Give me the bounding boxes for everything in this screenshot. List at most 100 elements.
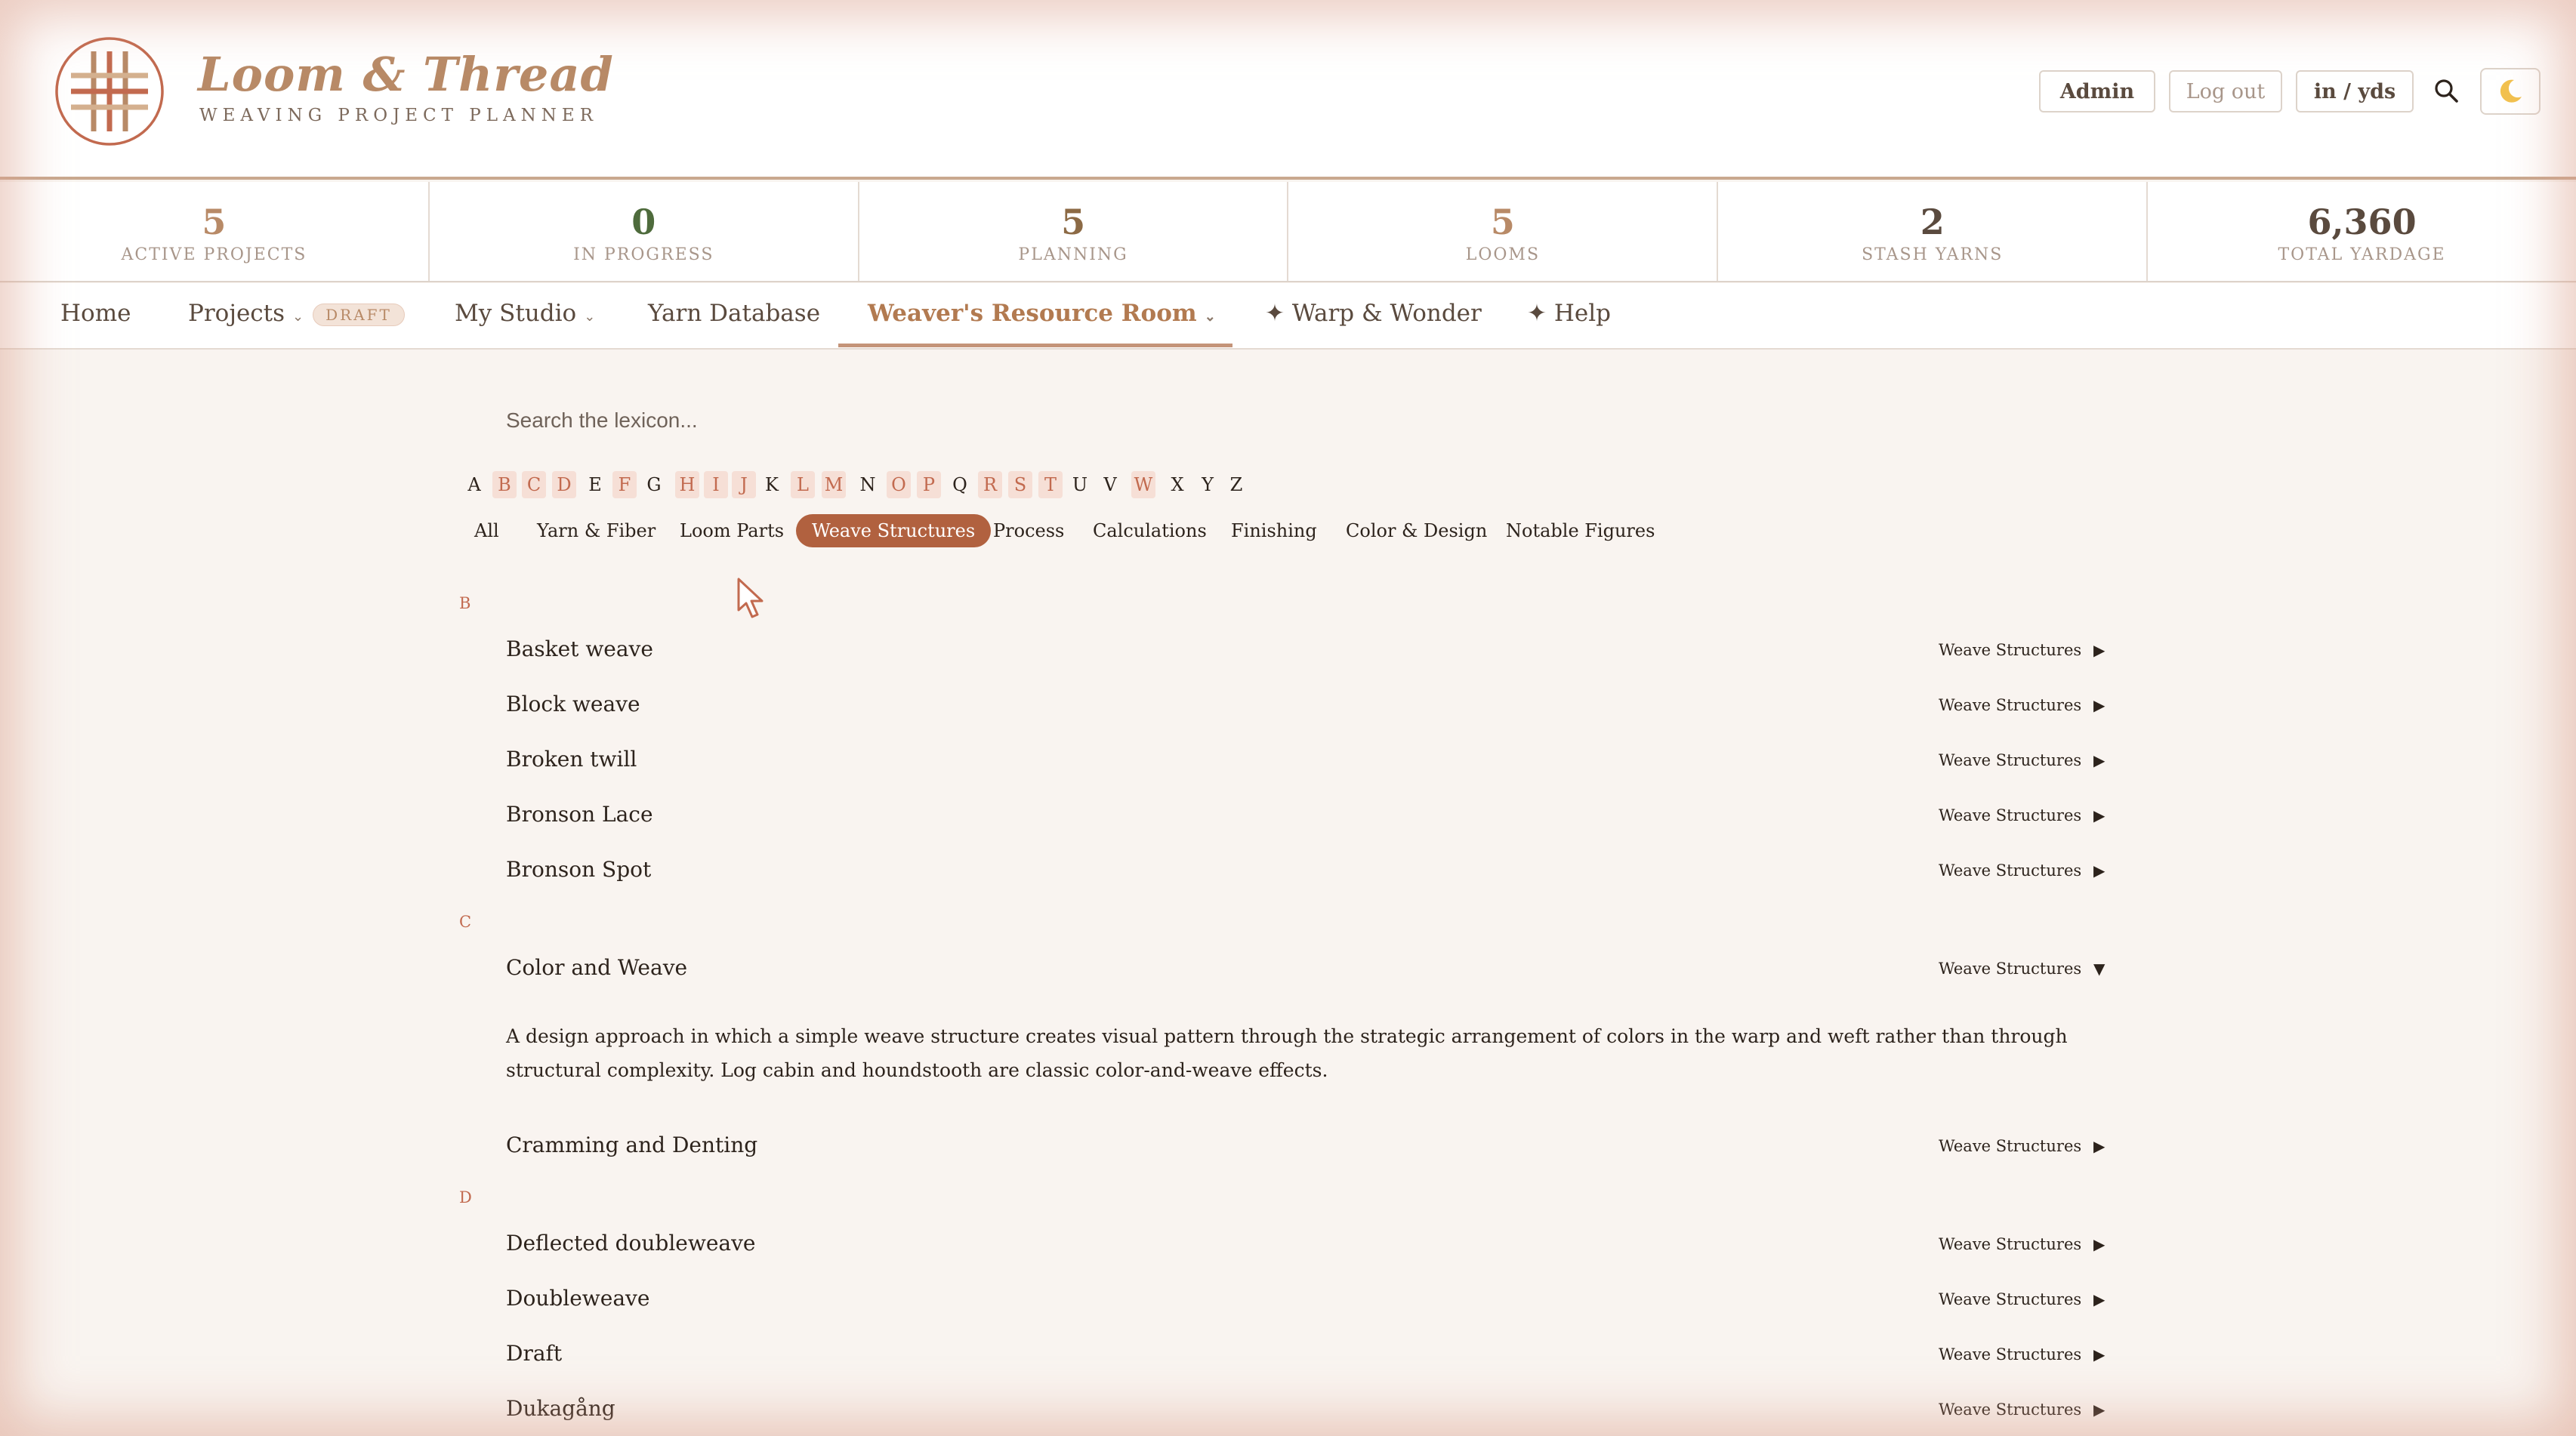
stat-label: STASH YARNS	[1862, 245, 2004, 264]
filter-all[interactable]: All	[474, 520, 499, 541]
letter-t[interactable]: T	[1038, 471, 1063, 498]
letter-y[interactable]: Y	[1195, 471, 1220, 498]
term-category: Weave Structures	[1939, 751, 2082, 769]
letter-q[interactable]: Q	[948, 471, 972, 498]
stat-label: IN PROGRESS	[573, 245, 714, 264]
letter-l[interactable]: L	[791, 471, 815, 498]
mouse-cursor-icon	[737, 578, 764, 618]
filter-weave-structures[interactable]: Weave Structures	[796, 514, 992, 547]
expand-arrow-icon[interactable]: ▶	[2093, 1235, 2105, 1253]
term-title: Bronson Lace	[506, 802, 653, 827]
expand-arrow-icon[interactable]: ▶	[2093, 1137, 2105, 1155]
dark-mode-toggle[interactable]	[2480, 68, 2541, 115]
expand-arrow-icon[interactable]: ▶	[2093, 806, 2105, 824]
chevron-down-icon: ⌄	[584, 309, 596, 325]
nav-warp-wonder[interactable]: ✦ Warp & Wonder	[1265, 300, 1482, 327]
expand-arrow-icon[interactable]: ▶	[2093, 1290, 2105, 1308]
term-category: Weave Structures	[1939, 641, 2082, 659]
letter-u[interactable]: U	[1068, 471, 1092, 498]
term-category: Weave Structures	[1939, 1137, 2082, 1155]
letter-e[interactable]: E	[583, 471, 607, 498]
nav-home[interactable]: Home	[60, 300, 131, 327]
letter-o[interactable]: O	[887, 471, 911, 498]
nav-my-studio-label: My Studio	[455, 300, 577, 327]
nav-projects-label: Projects	[188, 300, 285, 327]
term-category: Weave Structures	[1939, 806, 2082, 824]
collapse-arrow-icon[interactable]: ▼	[2093, 960, 2105, 978]
chevron-down-icon: ⌄	[292, 309, 304, 325]
letter-c[interactable]: C	[522, 471, 546, 498]
loom-logo-icon[interactable]	[51, 33, 168, 149]
stat-stash-yarns: 2 STASH YARNS	[1718, 182, 2149, 281]
filter-notable-figures[interactable]: Notable Figures	[1506, 520, 1655, 541]
lexicon-search-input[interactable]	[506, 400, 959, 441]
letter-b[interactable]: B	[492, 471, 517, 498]
stat-value: 5	[1061, 202, 1086, 242]
letter-i[interactable]: I	[704, 471, 728, 498]
brand-subtitle: WEAVING PROJECT PLANNER	[199, 106, 599, 125]
nav-yarn-database[interactable]: Yarn Database	[648, 300, 820, 327]
expand-arrow-icon[interactable]: ▶	[2093, 861, 2105, 880]
main-nav: Home Projects ⌄ DRAFT My Studio ⌄ Yarn Data…	[0, 283, 2576, 350]
letter-r[interactable]: R	[978, 471, 1002, 498]
filter-loom-parts[interactable]: Loom Parts	[680, 520, 784, 541]
term-title: Doubleweave	[506, 1286, 650, 1311]
filter-yarn-fiber[interactable]: Yarn & Fiber	[537, 520, 656, 541]
expand-arrow-icon[interactable]: ▶	[2093, 751, 2105, 769]
expand-arrow-icon[interactable]: ▶	[2093, 641, 2105, 659]
term-category: Weave Structures	[1939, 1401, 2082, 1419]
letter-x[interactable]: X	[1165, 471, 1189, 498]
letter-m[interactable]: M	[822, 471, 846, 498]
section-letter-d: D	[459, 1188, 472, 1206]
nav-projects[interactable]: Projects ⌄ DRAFT	[188, 300, 405, 327]
brand-title: Loom & Thread	[198, 47, 614, 102]
section-letter-b: B	[459, 594, 471, 612]
stats-bar: 5 ACTIVE PROJECTS 0 IN PROGRESS 5 PLANNI…	[0, 182, 2576, 282]
term-category: Weave Structures	[1939, 960, 2082, 978]
term-definition: A design approach in which a simple weav…	[506, 1025, 2068, 1081]
nav-resource-room-label: Weaver's Resource Room	[868, 300, 1197, 327]
logout-button[interactable]: Log out	[2169, 70, 2282, 112]
chevron-down-icon: ⌄	[1204, 309, 1216, 325]
draft-badge: DRAFT	[313, 303, 405, 326]
term-title: Cramming and Denting	[506, 1132, 758, 1157]
stat-planning: 5 PLANNING	[859, 182, 1289, 281]
term-category: Weave Structures	[1939, 1345, 2082, 1364]
stat-value: 2	[1920, 202, 1945, 242]
expand-arrow-icon[interactable]: ▶	[2093, 1401, 2105, 1419]
term-category: Weave Structures	[1939, 696, 2082, 714]
letter-s[interactable]: S	[1008, 471, 1032, 498]
letter-p[interactable]: P	[917, 471, 941, 498]
stat-value: 5	[1490, 202, 1515, 242]
expand-arrow-icon[interactable]: ▶	[2093, 1345, 2105, 1364]
letter-g[interactable]: G	[642, 471, 666, 498]
stat-value: 0	[631, 202, 656, 242]
letter-f[interactable]: F	[612, 471, 637, 498]
filter-calculations[interactable]: Calculations	[1093, 520, 1207, 541]
stat-label: TOTAL YARDAGE	[2278, 245, 2446, 264]
letter-n[interactable]: N	[856, 471, 880, 498]
filter-color-design[interactable]: Color & Design	[1346, 520, 1487, 541]
letter-a[interactable]: A	[462, 471, 486, 498]
filter-finishing[interactable]: Finishing	[1231, 520, 1317, 541]
nav-help[interactable]: ✦ Help	[1527, 300, 1611, 327]
admin-button[interactable]: Admin	[2039, 70, 2155, 112]
nav-my-studio[interactable]: My Studio ⌄	[455, 300, 595, 327]
letter-j[interactable]: J	[732, 471, 756, 498]
filter-process[interactable]: Process	[993, 520, 1064, 541]
units-toggle-button[interactable]: in / yds	[2296, 70, 2414, 112]
search-icon[interactable]	[2433, 77, 2460, 104]
letter-z[interactable]: Z	[1224, 471, 1248, 498]
letter-h[interactable]: H	[675, 471, 699, 498]
letter-w[interactable]: W	[1131, 471, 1155, 498]
section-letter-c: C	[459, 913, 472, 931]
term-title: Draft	[506, 1341, 563, 1366]
letter-d[interactable]: D	[552, 471, 576, 498]
nav-resource-room[interactable]: Weaver's Resource Room ⌄	[868, 300, 1216, 327]
expand-arrow-icon[interactable]: ▶	[2093, 696, 2105, 714]
letter-v[interactable]: V	[1098, 471, 1122, 498]
stat-looms: 5 LOOMS	[1288, 182, 1719, 281]
term-title: Deflected doubleweave	[506, 1231, 756, 1256]
stat-value: 5	[202, 202, 227, 242]
letter-k[interactable]: K	[760, 471, 784, 498]
